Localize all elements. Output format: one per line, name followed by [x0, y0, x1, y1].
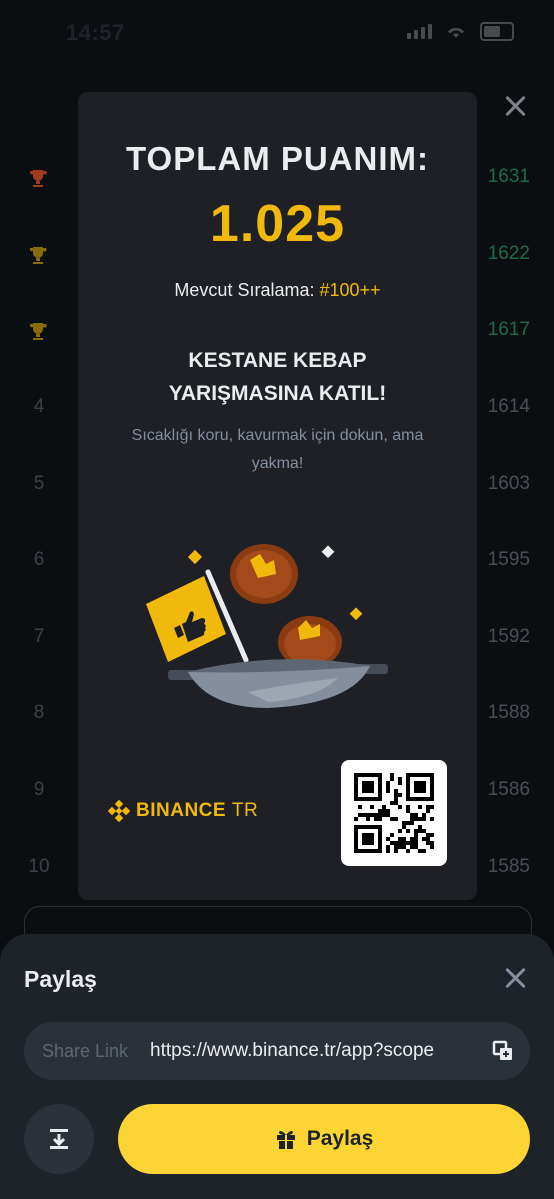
brand-text: BINANCE TR — [136, 800, 258, 822]
leaderboard-score: 1586 — [487, 779, 530, 800]
binance-logo-icon — [108, 800, 130, 822]
leaderboard-rank: 10 — [28, 856, 50, 877]
score-card: TOPLAM PUANIM: 1.025 Mevcut Sıralama: #1… — [78, 92, 477, 900]
qr-code — [341, 760, 447, 866]
brand-name: BINANCE — [136, 800, 227, 821]
leaderboard-rank: 8 — [33, 702, 45, 723]
copy-icon[interactable] — [492, 1040, 514, 1062]
leaderboard-score: 1585 — [487, 856, 530, 877]
current-ranking: Mevcut Sıralama: #100++ — [78, 280, 477, 301]
leaderboard-rank: 4 — [33, 396, 45, 417]
brand-suffix: TR — [231, 800, 259, 821]
sparkle — [349, 607, 363, 621]
gift-icon — [276, 1131, 295, 1149]
contest-description: Sıcaklığı koru, kavurmak için dokun, ama… — [131, 427, 424, 472]
share-sheet: Paylaş Share Link https://www.binance.tr… — [0, 934, 554, 1199]
headline-line-1: KESTANE KEBAP — [188, 349, 367, 372]
card-title: TOPLAM PUANIM: — [125, 140, 430, 177]
trophy-icon — [30, 323, 47, 340]
leaderboard-score: 1592 — [487, 626, 530, 647]
status-time: 14:57 — [66, 20, 125, 45]
status-icons — [407, 22, 514, 41]
close-icon[interactable] — [502, 964, 530, 992]
download-icon — [50, 1129, 68, 1149]
contest-headline: KESTANE KEBAP YARIŞMASINA KATIL! — [78, 344, 477, 410]
close-icon[interactable] — [502, 92, 530, 120]
ranking-label: Mevcut Sıralama: — [174, 280, 315, 300]
headline-line-2: YARIŞMASINA KATIL! — [168, 382, 387, 405]
leaderboard-score: 1588 — [487, 702, 530, 723]
share-sheet-title: Paylaş — [24, 966, 97, 992]
status-bar: 14:57 — [0, 0, 554, 68]
wifi-icon — [448, 27, 464, 38]
share-link-value[interactable]: https://www.binance.tr/app?scope — [150, 1040, 478, 1062]
sparkle — [187, 549, 203, 565]
share-link-label: Share Link — [42, 1041, 129, 1061]
leaderboard-rank: 6 — [33, 549, 45, 570]
ranking-value: #100++ — [319, 280, 381, 300]
leaderboard-score: 1622 — [487, 243, 530, 264]
leaderboard-rank: 9 — [33, 779, 45, 800]
download-image-button[interactable] — [24, 1104, 94, 1174]
leaderboard-score: 1603 — [487, 473, 530, 494]
signal-icon — [407, 24, 432, 39]
trophy-icon — [30, 170, 47, 187]
binance-tr-logo: BINANCE TR — [108, 800, 258, 822]
battery-icon — [480, 22, 514, 41]
leaderboard-score: 1595 — [487, 549, 530, 570]
trophy-icon — [30, 247, 47, 264]
chestnut-pan-illustration — [146, 544, 388, 708]
share-button[interactable]: Paylaş — [118, 1104, 530, 1174]
leaderboard-score: 1631 — [487, 166, 530, 187]
leaderboard-score: 1617 — [487, 319, 530, 340]
leaderboard-rank: 7 — [33, 626, 45, 647]
sparkle — [321, 545, 335, 559]
share-link-field[interactable]: Share Link https://www.binance.tr/app?sc… — [24, 1022, 530, 1080]
leaderboard-score: 1614 — [487, 396, 530, 417]
qr-code-icon — [354, 773, 434, 853]
total-score: 1.025 — [209, 195, 346, 253]
leaderboard-rank: 5 — [33, 473, 45, 494]
share-button-label: Paylaş — [306, 1127, 374, 1150]
